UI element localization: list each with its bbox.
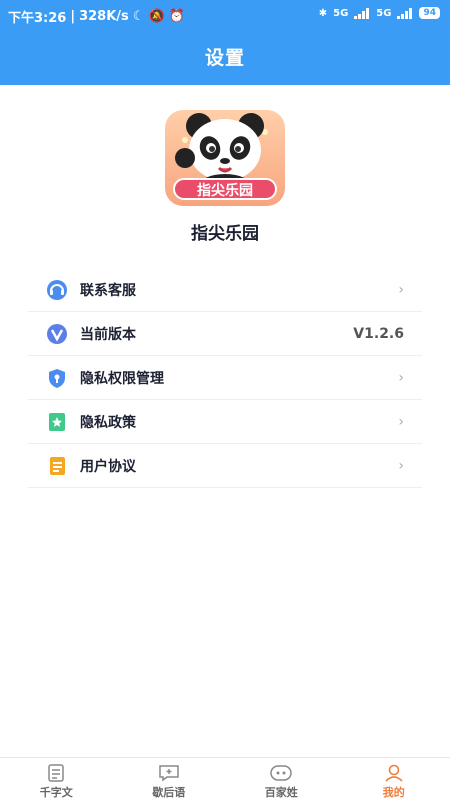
version-icon bbox=[46, 323, 68, 345]
settings-menu: 联系客服 › 当前版本 V1.2.6 隐私权限管理 › 隐私政策 › 用户协议 … bbox=[28, 268, 422, 488]
chevron-right-icon: › bbox=[398, 458, 404, 474]
tab-label: 百家姓 bbox=[264, 786, 298, 799]
signal-icon-2 bbox=[397, 7, 413, 19]
tab-qianziwen[interactable]: 千字文 bbox=[0, 758, 113, 800]
chat-bubble-icon bbox=[159, 765, 179, 782]
menu-label: 隐私政策 bbox=[80, 414, 136, 431]
network-label-1: 5G bbox=[333, 7, 349, 19]
chevron-right-icon: › bbox=[398, 414, 404, 430]
chevron-right-icon: › bbox=[398, 282, 404, 298]
alarm-icon: ⏰ bbox=[168, 9, 185, 24]
tab-mine[interactable]: 我的 bbox=[338, 758, 450, 800]
menu-label: 隐私权限管理 bbox=[80, 370, 164, 387]
menu-item-customer-service[interactable]: 联系客服 › bbox=[28, 268, 422, 312]
chevron-right-icon: › bbox=[398, 370, 404, 386]
menu-item-version[interactable]: 当前版本 V1.2.6 bbox=[28, 312, 422, 356]
tab-label: 我的 bbox=[382, 786, 405, 799]
customer-service-icon bbox=[46, 279, 68, 301]
menu-item-privacy-permissions[interactable]: 隐私权限管理 › bbox=[28, 356, 422, 400]
page-title: 设置 bbox=[204, 47, 245, 69]
privacy-shield-icon bbox=[46, 367, 68, 389]
user-agreement-icon bbox=[46, 455, 68, 477]
mute-icon: 🔕 bbox=[148, 9, 165, 24]
tab-xiehouyu[interactable]: 歇后语 bbox=[113, 758, 226, 800]
header: 下午3:26 | 328K/s ☾ 🔕 ⏰ ✱ 5G 5G 94 设置 bbox=[0, 0, 450, 85]
menu-item-user-agreement[interactable]: 用户协议 › bbox=[28, 444, 422, 488]
app-logo: 指尖乐园 bbox=[165, 110, 285, 206]
document-icon bbox=[48, 764, 64, 782]
bottom-tab-bar: 千字文 歇后语 百家姓 我的 bbox=[0, 757, 450, 800]
battery-icon: 94 bbox=[419, 7, 440, 19]
logo-label: 指尖乐园 bbox=[173, 178, 277, 200]
status-time: 下午3:26 bbox=[8, 11, 67, 26]
privacy-policy-icon bbox=[46, 411, 68, 433]
bluetooth-icon: ✱ bbox=[318, 7, 328, 19]
face-icon bbox=[270, 765, 292, 781]
menu-label: 用户协议 bbox=[80, 458, 136, 475]
tab-label: 千字文 bbox=[39, 786, 73, 799]
menu-item-privacy-policy[interactable]: 隐私政策 › bbox=[28, 400, 422, 444]
person-icon bbox=[385, 764, 403, 782]
moon-icon: ☾ bbox=[132, 9, 145, 24]
network-label-2: 5G bbox=[376, 7, 392, 19]
tab-label: 歇后语 bbox=[152, 786, 186, 799]
signal-icon bbox=[354, 7, 370, 19]
tab-baijiaxing[interactable]: 百家姓 bbox=[225, 758, 338, 800]
menu-label: 当前版本 bbox=[80, 326, 136, 343]
menu-label: 联系客服 bbox=[80, 282, 136, 299]
version-value: V1.2.6 bbox=[353, 326, 404, 342]
status-speed: 328K/s bbox=[79, 9, 129, 24]
app-name: 指尖乐园 bbox=[191, 224, 259, 244]
status-bar: 下午3:26 | 328K/s ☾ 🔕 ⏰ ✱ 5G 5G 94 bbox=[0, 0, 450, 30]
